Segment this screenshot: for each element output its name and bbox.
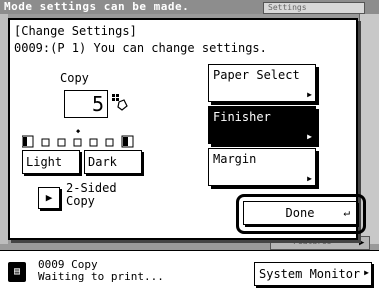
system-monitor-button[interactable]: System Monitor ▶ <box>254 262 372 286</box>
dialog-message: 0009:(P 1) You can change settings. <box>14 41 267 55</box>
numeric-keys-hand-icon <box>110 92 130 112</box>
darker-button[interactable]: Dark <box>84 150 142 174</box>
arrow-icon: ▶ <box>364 268 369 277</box>
document-icon: ▤ <box>8 262 26 282</box>
arrow-icon: ▶ <box>307 174 312 183</box>
margin-button[interactable]: Margin ▶ <box>208 148 316 186</box>
copy-count-display: 5 <box>64 90 108 118</box>
done-button[interactable]: Done ↵ <box>243 201 357 225</box>
arrow-icon: ▶ <box>307 132 312 141</box>
two-sided-arrow-icon: ▶ <box>45 191 53 204</box>
copy-label: Copy <box>60 71 89 85</box>
arrow-icon: ▶ <box>307 90 312 99</box>
return-arrow-icon: ↵ <box>343 206 350 219</box>
features-arrow-icon: ▶ <box>359 238 365 248</box>
lighter-button[interactable]: Light <box>22 150 80 174</box>
background-tab: Settings <box>263 2 365 14</box>
density-light-icon <box>21 135 34 148</box>
dialog-title: [Change Settings] <box>14 24 137 38</box>
change-settings-dialog: [Change Settings] 0009:(P 1) You can cha… <box>8 18 366 240</box>
background-header-text: Mode settings can be made. <box>4 0 190 13</box>
status-state: Waiting to print... <box>38 270 164 283</box>
density-dark-icon <box>121 135 134 148</box>
background-left-panel <box>0 14 8 244</box>
finisher-button[interactable]: Finisher ▶ <box>208 106 316 144</box>
paper-select-button[interactable]: Paper Select ▶ <box>208 64 316 102</box>
two-sided-copy-button[interactable]: ▶ <box>38 187 60 209</box>
density-scale <box>21 134 162 148</box>
two-sided-label: 2-Sided Copy <box>66 181 117 208</box>
